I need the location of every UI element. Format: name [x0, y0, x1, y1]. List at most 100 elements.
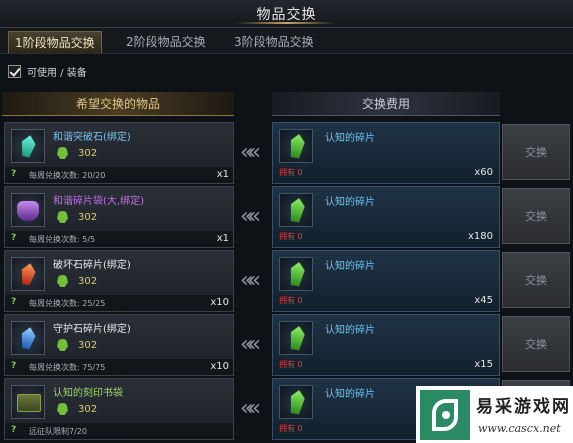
watermark-logo-icon — [420, 390, 470, 440]
cost-name: 认知的碎片 — [325, 197, 375, 208]
item-points: 302 — [57, 403, 97, 415]
cost-name: 认知的碎片 — [325, 261, 375, 272]
cost-item-slot[interactable]: 认知的碎片 拥有 0 x45 — [272, 250, 500, 312]
usable-checkbox[interactable] — [8, 64, 21, 78]
green-shard-icon — [288, 133, 306, 159]
item-points: 302 — [57, 339, 97, 351]
cost-column-header: 交换费用 — [272, 92, 500, 116]
cost-item-slot[interactable]: 认知的碎片 拥有 0 x15 — [272, 314, 500, 376]
item-footer: ? 每周兑换次数: 5/5 x1 — [5, 231, 233, 247]
item-icon-frame — [11, 129, 45, 163]
item-icon-frame — [11, 257, 45, 291]
want-item-slot[interactable]: 守护石碎片(绑定) 302 ? 每周兑换次数: 75/75 x10 — [4, 314, 234, 376]
points-value: 302 — [78, 147, 98, 159]
exchange-button[interactable]: 交换 — [502, 124, 570, 180]
item-footer: ? 远征队限制7/20 — [5, 423, 233, 439]
title-bar: 物品交换 — [0, 0, 573, 28]
stage-tabs: 1阶段物品交换 2阶段物品交换 3阶段物品交换 — [0, 28, 573, 54]
cost-icon-frame — [279, 193, 313, 227]
help-icon[interactable]: ? — [11, 361, 16, 371]
item-footer: ? 每周兑换次数: 20/20 x1 — [5, 167, 233, 183]
help-icon[interactable]: ? — [11, 297, 16, 307]
expedition-limit: 远征队限制7/20 — [29, 427, 87, 436]
exchange-row: 守护石碎片(绑定) 302 ? 每周兑换次数: 75/75 x10 «« 认知的… — [0, 314, 573, 376]
weekly-limit: 每周兑换次数: 25/25 — [29, 299, 106, 308]
item-name: 和谐突破石(绑定) — [53, 132, 131, 143]
cost-quantity: x180 — [467, 231, 493, 242]
cost-name: 认知的碎片 — [325, 389, 375, 400]
cost-name: 认知的碎片 — [325, 133, 375, 144]
usable-filter-label: 可使用 / 装备 — [27, 67, 87, 79]
double-left-arrow-icon: «« — [240, 140, 261, 165]
cost-item-slot[interactable]: 认知的碎片 拥有 0 x60 — [272, 122, 500, 184]
title-underline — [236, 22, 336, 24]
double-left-arrow-icon: «« — [240, 268, 261, 293]
weekly-limit: 每周兑换次数: 75/75 — [29, 363, 106, 372]
watermark-url: www.cascx.net — [478, 422, 561, 435]
purple-bag-icon — [17, 201, 39, 221]
item-name: 破坏石碎片(绑定) — [53, 260, 131, 271]
tab-stage-3[interactable]: 3阶段物品交换 — [228, 31, 320, 53]
blue-gem-icon — [19, 326, 37, 350]
want-item-slot[interactable]: 和谐碎片袋(大,绑定) 302 ? 每周兑换次数: 5/5 x1 — [4, 186, 234, 248]
owned-count: 拥有 0 — [279, 296, 303, 305]
points-value: 302 — [78, 275, 98, 287]
help-icon[interactable]: ? — [11, 425, 16, 435]
helmet-icon — [57, 211, 68, 223]
helmet-icon — [57, 275, 68, 287]
want-item-slot[interactable]: 破坏石碎片(绑定) 302 ? 每周兑换次数: 25/25 x10 — [4, 250, 234, 312]
helmet-icon — [57, 147, 68, 159]
cost-icon-frame — [279, 129, 313, 163]
weekly-limit: 每周兑换次数: 5/5 — [29, 235, 96, 244]
owned-count: 拥有 0 — [279, 232, 303, 241]
cost-quantity: x45 — [474, 295, 493, 306]
cost-icon-frame — [279, 385, 313, 419]
cost-quantity: x15 — [474, 359, 493, 370]
exchange-row: 和谐突破石(绑定) 302 ? 每周兑换次数: 20/20 x1 «« 认知的碎… — [0, 122, 573, 184]
tab-stage-2[interactable]: 2阶段物品交换 — [120, 31, 212, 53]
help-icon[interactable]: ? — [11, 233, 16, 243]
exchange-row: 破坏石碎片(绑定) 302 ? 每周兑换次数: 25/25 x10 «« 认知的… — [0, 250, 573, 312]
red-gem-icon — [19, 262, 37, 286]
exchange-button[interactable]: 交换 — [502, 252, 570, 308]
item-quantity: x1 — [216, 169, 229, 180]
exchange-button[interactable]: 交换 — [502, 188, 570, 244]
double-left-arrow-icon: «« — [240, 204, 261, 229]
item-points: 302 — [57, 147, 97, 159]
double-left-arrow-icon: «« — [240, 396, 261, 421]
owned-count: 拥有 0 — [279, 424, 303, 433]
item-name: 和谐碎片袋(大,绑定) — [53, 196, 144, 207]
window-title: 物品交换 — [256, 7, 317, 23]
item-quantity: x10 — [210, 297, 229, 308]
site-watermark: 易采游戏网 www.cascx.net — [416, 386, 573, 443]
points-value: 302 — [78, 339, 98, 351]
weekly-limit: 每周兑换次数: 20/20 — [29, 171, 106, 180]
item-icon-frame — [11, 321, 45, 355]
item-quantity: x10 — [210, 361, 229, 372]
green-shard-icon — [288, 389, 306, 415]
item-icon-frame — [11, 193, 45, 227]
exchange-row: 和谐碎片袋(大,绑定) 302 ? 每周兑换次数: 5/5 x1 «« 认知的碎… — [0, 186, 573, 248]
double-left-arrow-icon: «« — [240, 332, 261, 357]
cost-icon-frame — [279, 257, 313, 291]
cost-name: 认知的碎片 — [325, 325, 375, 336]
help-icon[interactable]: ? — [11, 169, 16, 179]
owned-count: 拥有 0 — [279, 168, 303, 177]
cost-icon-frame — [279, 321, 313, 355]
cost-item-slot[interactable]: 认知的碎片 拥有 0 x180 — [272, 186, 500, 248]
item-icon-frame — [11, 385, 45, 419]
tab-stage-1[interactable]: 1阶段物品交换 — [8, 31, 102, 53]
teal-gem-icon — [19, 134, 37, 158]
item-quantity: x1 — [216, 233, 229, 244]
item-footer: ? 每周兑换次数: 75/75 x10 — [5, 359, 233, 375]
owned-count: 拥有 0 — [279, 360, 303, 369]
points-value: 302 — [78, 211, 98, 223]
cost-quantity: x60 — [474, 167, 493, 178]
green-book-bag-icon — [17, 394, 41, 412]
item-points: 302 — [57, 211, 97, 223]
points-value: 302 — [78, 403, 98, 415]
usable-filter[interactable]: 可使用 / 装备 — [8, 63, 87, 79]
exchange-button[interactable]: 交换 — [502, 316, 570, 372]
want-item-slot[interactable]: 和谐突破石(绑定) 302 ? 每周兑换次数: 20/20 x1 — [4, 122, 234, 184]
want-item-slot[interactable]: 认知的刻印书袋 302 ? 远征队限制7/20 — [4, 378, 234, 440]
